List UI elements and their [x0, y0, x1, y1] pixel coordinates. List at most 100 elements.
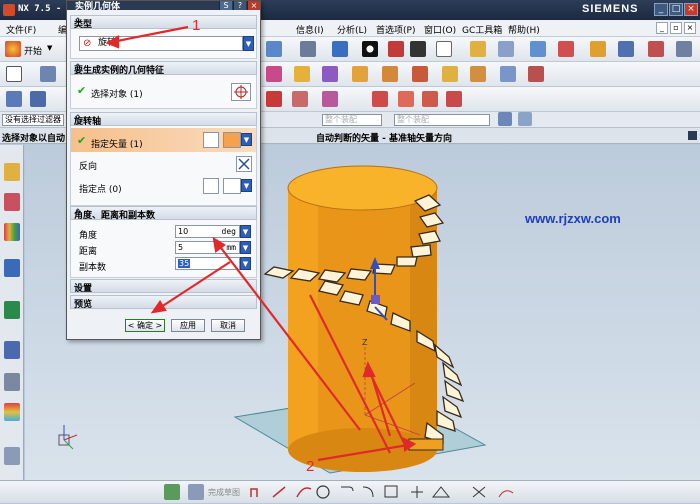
snap-icon[interactable]: [266, 41, 282, 57]
reverse-direction-icon[interactable]: [236, 156, 252, 172]
crosshair-select-icon[interactable]: [231, 83, 251, 101]
layer-icon[interactable]: [470, 41, 486, 57]
constraint-navigator-icon[interactable]: [4, 193, 20, 211]
section-params-header[interactable]: 角度、距离和副本数 ⌃: [70, 206, 257, 221]
intersect-icon[interactable]: [528, 66, 544, 82]
snap-point-icon[interactable]: [518, 112, 532, 126]
sphere-icon[interactable]: [442, 66, 458, 82]
start-icon[interactable]: [5, 41, 21, 57]
apply-button[interactable]: 应用: [171, 319, 205, 332]
part-navigator-icon[interactable]: [4, 223, 20, 241]
maximize-icon[interactable]: □: [669, 3, 683, 16]
more-icon[interactable]: [676, 41, 692, 57]
distance-input[interactable]: 5 mm: [175, 241, 240, 254]
cone-icon[interactable]: [412, 66, 428, 82]
point-type-icon[interactable]: [223, 178, 241, 194]
mdi-restore-icon[interactable]: ▫: [670, 22, 682, 34]
box-icon[interactable]: [352, 66, 368, 82]
shell-icon[interactable]: [322, 66, 338, 82]
trim-curve-icon[interactable]: [372, 91, 388, 107]
dialog-help-icon[interactable]: ?: [233, 1, 246, 10]
cue-close-icon[interactable]: [688, 131, 697, 140]
collapse-icon[interactable]: ⌃: [74, 114, 253, 124]
extrude-icon[interactable]: [40, 66, 56, 82]
surface-icon[interactable]: [6, 91, 22, 107]
bridge-curve-icon[interactable]: [422, 91, 438, 107]
csys-icon[interactable]: [558, 41, 574, 57]
menu-window[interactable]: 窗口(O): [424, 23, 456, 36]
dialog-title-bar[interactable]: 实例几何体 S ? ×: [67, 1, 260, 12]
menu-gc-toolbox[interactable]: GC工具箱: [462, 23, 502, 36]
collapse-icon[interactable]: ⌃: [74, 208, 253, 218]
menu-info[interactable]: 信息(I): [296, 23, 324, 36]
finish-sketch-icon[interactable]: [164, 484, 180, 500]
unite-icon[interactable]: [470, 66, 486, 82]
system-materials-icon[interactable]: [4, 373, 20, 391]
render-icon[interactable]: [300, 41, 316, 57]
color-icon[interactable]: [436, 41, 452, 57]
wcs-icon[interactable]: [498, 41, 514, 57]
minimize-icon[interactable]: _: [654, 3, 668, 16]
type-dropdown-arrow-icon[interactable]: ▼: [243, 36, 254, 51]
cylinder-body[interactable]: [287, 165, 438, 472]
project-curve-icon[interactable]: [446, 91, 462, 107]
assembly-navigator-icon[interactable]: [4, 163, 20, 181]
menu-preferences[interactable]: 首选项(P): [376, 23, 415, 36]
menu-analysis[interactable]: 分析(L): [337, 23, 367, 36]
tool-icon[interactable]: [648, 41, 664, 57]
select-icon[interactable]: [498, 112, 512, 126]
expand-icon[interactable]: ⌄: [74, 281, 253, 291]
datum-icon[interactable]: [530, 41, 546, 57]
distance-dropdown-arrow-icon[interactable]: ▼: [240, 241, 251, 254]
cube-view-icon[interactable]: [332, 41, 348, 57]
web-browser-icon[interactable]: [4, 301, 20, 319]
cancel-button[interactable]: 取消: [211, 319, 245, 332]
copies-dropdown-arrow-icon[interactable]: ▼: [240, 257, 251, 270]
close-icon[interactable]: ×: [684, 3, 698, 16]
reuse-library-icon[interactable]: [4, 259, 20, 277]
mesh-icon[interactable]: [30, 91, 46, 107]
offset-curve-icon[interactable]: [322, 91, 338, 107]
dialog-close-icon[interactable]: ×: [247, 1, 260, 10]
base-block[interactable]: [408, 438, 444, 451]
copies-input[interactable]: 35: [175, 257, 240, 270]
sketch-tools[interactable]: [245, 481, 565, 504]
subtract-icon[interactable]: [500, 66, 516, 82]
type-filter-combo[interactable]: 没有选择过滤器: [2, 114, 64, 126]
sketch-name-icon[interactable]: [188, 484, 204, 500]
point-dropdown-arrow-icon[interactable]: ▼: [241, 179, 252, 192]
mdi-minimize-icon[interactable]: _: [656, 22, 668, 34]
section-type-header[interactable]: 类型 ⌃: [70, 15, 257, 30]
point-dialog-icon[interactable]: [203, 178, 219, 194]
vector-type-icon[interactable]: [223, 132, 241, 148]
shaded-icon[interactable]: [362, 41, 378, 57]
section-preview-header[interactable]: 预览 ⌄: [70, 295, 257, 310]
specify-point-label[interactable]: 指定点 (0): [79, 182, 122, 195]
collapse-icon[interactable]: ⌃: [74, 17, 253, 27]
section-settings-header[interactable]: 设置 ⌄: [70, 279, 257, 294]
assembly-combo[interactable]: 整个装配: [394, 114, 490, 126]
chamfer-icon[interactable]: [294, 66, 310, 82]
menu-file[interactable]: 文件(F): [6, 23, 36, 36]
dialog-reset-icon[interactable]: S: [219, 1, 232, 10]
vector-dropdown-arrow-icon[interactable]: ▼: [241, 133, 252, 146]
cylinder-icon[interactable]: [382, 66, 398, 82]
scope-combo[interactable]: 整个装配: [322, 114, 382, 126]
curve-icon[interactable]: [266, 91, 282, 107]
measure-icon[interactable]: [590, 41, 606, 57]
start-button-label[interactable]: 开始: [24, 44, 42, 57]
edge-icon[interactable]: [388, 41, 404, 57]
collapse-icon[interactable]: ⌃: [74, 63, 253, 73]
sketch-icon[interactable]: [6, 66, 22, 82]
spline-icon[interactable]: [292, 91, 308, 107]
select-object-label[interactable]: 选择对象 (1): [91, 87, 143, 100]
section-axis-header[interactable]: 旋转轴 ⌃: [70, 112, 257, 127]
angle-input[interactable]: 10 deg: [175, 225, 240, 238]
roles-icon[interactable]: [4, 403, 20, 421]
history-icon[interactable]: [4, 341, 20, 359]
finish-sketch-label[interactable]: 完成草图: [208, 487, 240, 498]
fillet-curve-icon[interactable]: [398, 91, 414, 107]
blend-icon[interactable]: [266, 66, 282, 82]
expand-icon[interactable]: ⌄: [74, 297, 253, 307]
ok-button[interactable]: < 确定 >: [125, 319, 165, 332]
